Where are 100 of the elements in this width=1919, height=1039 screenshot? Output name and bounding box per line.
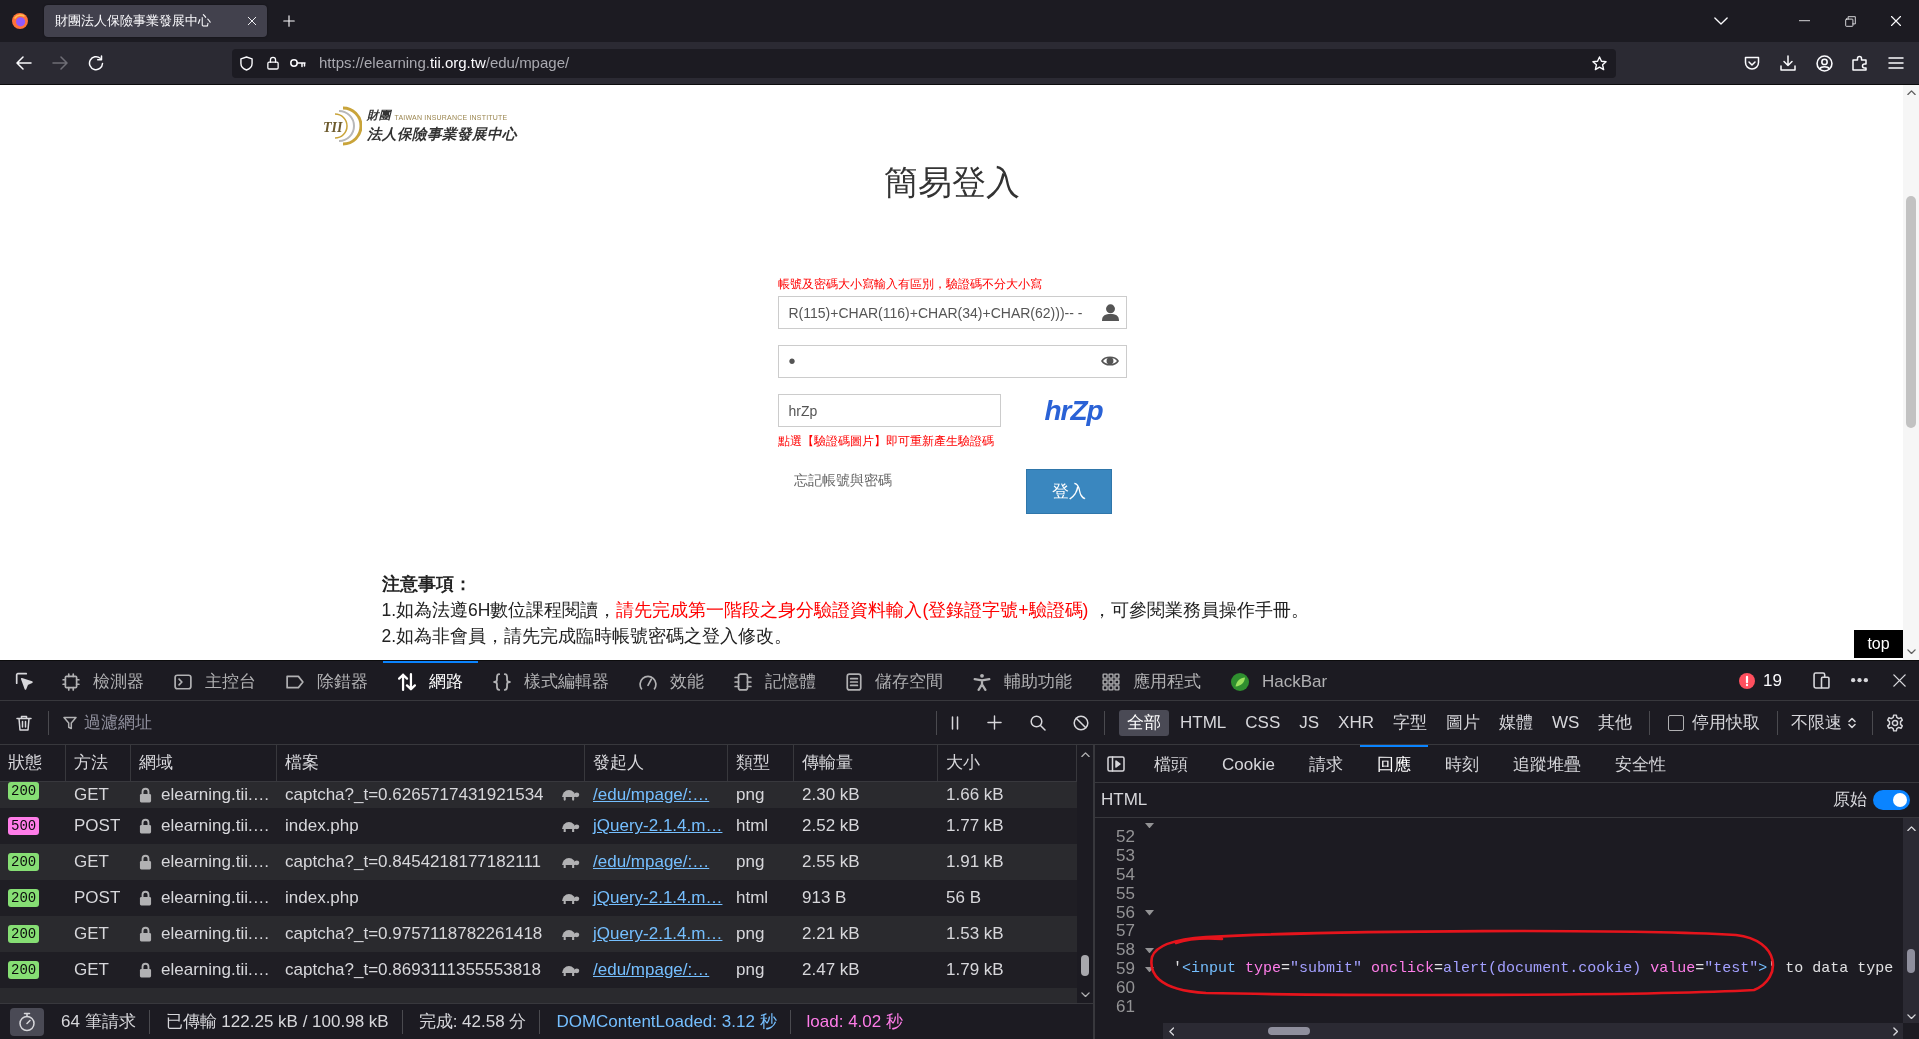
error-icon[interactable]: [1739, 672, 1756, 689]
type-filter-button[interactable]: 其他: [1590, 709, 1641, 736]
page-scrollbar[interactable]: [1903, 85, 1919, 660]
fold-arrow-icon[interactable]: [1145, 910, 1154, 916]
column-header[interactable]: 網域: [131, 745, 277, 781]
details-tab[interactable]: 時刻: [1427, 745, 1496, 782]
browser-tab[interactable]: 財團法人保險事業發展中心: [44, 5, 267, 37]
element-picker-icon[interactable]: [14, 671, 33, 690]
more-icon[interactable]: [1851, 678, 1868, 683]
code-scrollbar[interactable]: [1903, 818, 1919, 1023]
scroll-down-icon[interactable]: [1080, 991, 1090, 997]
menu-icon[interactable]: [1888, 57, 1904, 69]
type-filter-button[interactable]: 圖片: [1438, 709, 1488, 736]
stopwatch-icon[interactable]: [10, 1007, 44, 1036]
minimize-icon[interactable]: [1798, 20, 1810, 22]
lock-icon[interactable]: [267, 56, 279, 70]
scroll-right-icon[interactable]: [1892, 1026, 1898, 1036]
initiator-link[interactable]: /edu/mpage/:…: [593, 782, 710, 808]
type-filter-button[interactable]: 媒體: [1491, 709, 1541, 736]
column-header[interactable]: 發起人: [585, 745, 728, 781]
devtools-tab[interactable]: 除錯器: [271, 661, 383, 700]
plus-icon[interactable]: [987, 715, 1002, 730]
devtools-tab[interactable]: 效能: [624, 661, 719, 700]
devtools-tab[interactable]: 樣式編輯器: [478, 661, 624, 700]
trash-icon[interactable]: [16, 714, 32, 731]
save-icon[interactable]: [1744, 55, 1760, 71]
back-to-top-button[interactable]: top: [1854, 630, 1903, 658]
type-filter-button[interactable]: XHR: [1330, 709, 1382, 736]
browser-logo-icon[interactable]: [12, 13, 28, 29]
throttling-dropdown[interactable]: 不限速: [1783, 707, 1865, 738]
column-header[interactable]: 檔案: [277, 745, 585, 781]
horizontal-scrollbar[interactable]: [1163, 1023, 1903, 1039]
devtools-tab[interactable]: 主控台: [159, 661, 271, 700]
scrollbar-thumb[interactable]: [1268, 1027, 1311, 1035]
shield-icon[interactable]: [240, 55, 253, 71]
back-icon[interactable]: [16, 56, 32, 70]
captcha-field[interactable]: hrZp: [777, 394, 1001, 427]
scrollbar-thumb[interactable]: [1907, 949, 1915, 974]
scroll-down-icon[interactable]: [1906, 648, 1916, 654]
type-filter-button[interactable]: 字型: [1385, 709, 1435, 736]
eye-icon[interactable]: [1100, 355, 1119, 367]
block-icon[interactable]: [1073, 714, 1089, 731]
devtools-tab[interactable]: 儲存空間: [831, 661, 958, 700]
details-tab[interactable]: 安全性: [1597, 745, 1683, 782]
login-button[interactable]: 登入: [1025, 469, 1112, 514]
devtools-tab[interactable]: HackBar: [1216, 661, 1343, 700]
pause-icon[interactable]: [951, 715, 959, 730]
initiator-link[interactable]: /edu/mpage/:…: [593, 957, 710, 983]
column-header[interactable]: 方法: [66, 745, 131, 781]
key-icon[interactable]: [290, 58, 306, 68]
type-filter-button[interactable]: WS: [1544, 709, 1588, 736]
username-field[interactable]: R(115)+CHAR(116)+CHAR(34)+CHAR(62)))-- -: [777, 296, 1127, 329]
scroll-up-icon[interactable]: [1906, 90, 1916, 96]
devtools-tab[interactable]: 輔助功能: [958, 661, 1087, 700]
details-tab[interactable]: 追蹤堆疊: [1495, 745, 1598, 782]
puzzle-icon[interactable]: [1852, 55, 1868, 71]
forgot-password-link[interactable]: 忘記帳號與密碼: [793, 469, 892, 493]
initiator-link[interactable]: jQuery-2.1.4.m…: [593, 885, 723, 911]
close-tab-icon[interactable]: [247, 16, 257, 26]
details-tab[interactable]: 檔頭: [1137, 745, 1205, 782]
type-filter-button[interactable]: 全部: [1119, 709, 1169, 736]
initiator-link[interactable]: jQuery-2.1.4.m…: [593, 813, 723, 839]
devtools-tab[interactable]: 應用程式: [1087, 661, 1216, 700]
type-filter-button[interactable]: HTML: [1172, 709, 1235, 736]
scrollbar-thumb[interactable]: [1906, 196, 1916, 429]
new-tab-icon[interactable]: [283, 15, 295, 27]
fold-arrow-icon[interactable]: [1145, 967, 1154, 973]
scroll-left-icon[interactable]: [1169, 1026, 1175, 1036]
checkbox[interactable]: [1668, 714, 1685, 731]
sidebar-toggle-icon[interactable]: [1107, 755, 1125, 772]
devtools-tab[interactable]: 檢測器: [47, 661, 159, 700]
close-icon[interactable]: [1892, 673, 1907, 688]
column-header[interactable]: 傳輸量: [794, 745, 938, 781]
account-icon[interactable]: [1815, 54, 1833, 72]
captcha-image[interactable]: hrZp: [1044, 395, 1103, 426]
type-filter-button[interactable]: JS: [1291, 709, 1328, 736]
details-tab[interactable]: 回應: [1359, 745, 1428, 782]
column-header[interactable]: 狀態: [0, 745, 66, 781]
fold-arrow-icon[interactable]: [1145, 822, 1154, 828]
devtools-tab[interactable]: 網路: [383, 661, 478, 700]
error-count[interactable]: 19: [1763, 667, 1782, 694]
initiator-link[interactable]: jQuery-2.1.4.m…: [593, 921, 723, 947]
initiator-link[interactable]: /edu/mpage/:…: [593, 849, 710, 875]
address-bar[interactable]: https://elearning.tii.org.tw/edu/mpage/: [232, 48, 1616, 78]
settings-icon[interactable]: [1886, 713, 1905, 732]
checkbox-label[interactable]: 停用快取: [1692, 709, 1761, 736]
fold-arrow-icon[interactable]: [1145, 948, 1154, 954]
scrollbar-thumb[interactable]: [1081, 955, 1089, 977]
raw-toggle[interactable]: [1873, 790, 1910, 810]
url-text[interactable]: https://elearning.tii.org.tw/edu/mpage/: [319, 51, 570, 75]
filter-field[interactable]: 過濾網址: [84, 707, 935, 738]
devtools-tab[interactable]: 記憶體: [719, 661, 831, 700]
reload-icon[interactable]: [88, 55, 104, 71]
download-icon[interactable]: [1780, 55, 1796, 71]
tab-list-icon[interactable]: [1714, 17, 1728, 25]
scroll-up-icon[interactable]: [1080, 752, 1090, 758]
bookmark-star-icon[interactable]: [1592, 55, 1607, 71]
password-field[interactable]: •: [777, 345, 1127, 378]
column-header[interactable]: 類型: [728, 745, 794, 781]
type-filter-button[interactable]: CSS: [1237, 709, 1289, 736]
